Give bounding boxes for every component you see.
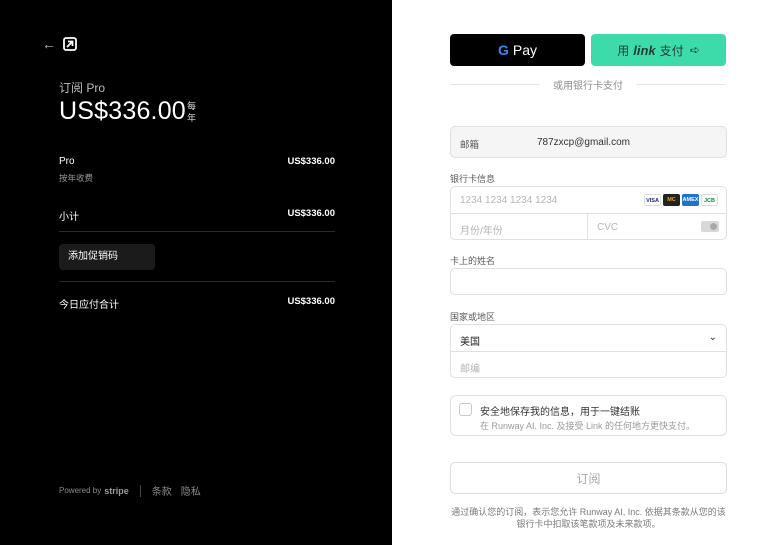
address-group: 美国 ⌄ 邮编	[450, 324, 727, 378]
save-info-subtitle: 在 Runway AI, Inc. 及接受 Link 的任何地方更快支付。	[480, 421, 696, 431]
or-divider: 或用银行卡支付	[450, 77, 726, 92]
divider	[59, 281, 335, 282]
amex-icon: AMEX	[682, 194, 699, 206]
link-pay-button[interactable]: 用 link 支付 ➪	[591, 34, 726, 66]
link-brand: link	[633, 42, 656, 58]
jcb-icon: JCB	[701, 194, 718, 206]
card-number-input[interactable]: 1234 1234 1234 1234 VISA MC AMEX JCB	[451, 187, 726, 214]
email-label: 邮箱	[460, 140, 480, 151]
divider	[59, 231, 335, 232]
expiry-input[interactable]: 月份/年份	[451, 214, 588, 240]
country-value: 美国	[460, 337, 480, 348]
country-label: 国家或地区	[450, 312, 496, 322]
subscription-terms: 通过确认您的订阅，表示您允许 Runway AI, Inc. 依据其条款从您的该…	[451, 507, 726, 529]
back-arrow-icon[interactable]: ←	[42, 37, 56, 51]
terms-link[interactable]: 条款	[152, 483, 172, 498]
google-pay-button[interactable]: G Pay	[450, 34, 585, 66]
card-info-group: 1234 1234 1234 1234 VISA MC AMEX JCB 月份/…	[450, 186, 727, 240]
order-summary-panel: ← 订阅 Pro US$336.00 每年 Pro US$336.00 按年收费…	[0, 0, 392, 545]
runway-logo	[63, 37, 77, 51]
add-promo-code-button[interactable]: 添加促销码	[59, 244, 155, 270]
line-item-billing: 按年收费	[59, 173, 94, 183]
card-info-label: 银行卡信息	[450, 174, 496, 184]
cvc-placeholder: CVC	[597, 222, 619, 233]
google-pay-label: Pay	[512, 42, 537, 58]
country-select[interactable]: 美国 ⌄	[451, 325, 726, 352]
card-number-placeholder: 1234 1234 1234 1234	[460, 195, 558, 206]
price: US$336.00	[59, 97, 186, 125]
or-card-text: 或用银行卡支付	[553, 81, 623, 92]
zip-placeholder: 邮编	[460, 364, 480, 375]
payment-panel: G Pay 用 link 支付 ➪ 或用银行卡支付 邮箱 787zxcp@gma…	[392, 0, 780, 545]
subtotal-value: US$336.00	[287, 208, 335, 219]
save-info-option[interactable]: 安全地保存我的信息，用于一键结账 在 Runway AI, Inc. 及接受 L…	[450, 395, 727, 436]
powered-by-label: Powered by	[59, 486, 102, 495]
subscribe-button[interactable]: 订阅	[450, 462, 727, 494]
link-arrow-icon: ➪	[689, 43, 700, 57]
cardholder-name-input[interactable]	[450, 268, 727, 295]
link-pay-suffix: 支付	[659, 43, 684, 58]
link-pay-prefix: 用	[617, 43, 630, 58]
save-info-title: 安全地保存我的信息，用于一键结账	[480, 407, 640, 418]
cardholder-name-label: 卡上的姓名	[450, 256, 496, 266]
card-brand-icons: VISA MC AMEX JCB	[644, 194, 718, 206]
line-item-price: US$336.00	[287, 156, 335, 167]
billing-period: 每年	[187, 101, 197, 123]
plan-label: 订阅 Pro	[59, 81, 106, 95]
visa-icon: VISA	[644, 194, 661, 206]
footer: Powered by stripe 条款 隐私	[59, 483, 210, 498]
mastercard-icon: MC	[663, 194, 680, 206]
line-item-name: Pro	[59, 156, 75, 167]
google-g-icon: G	[497, 42, 509, 58]
cvc-input[interactable]: CVC	[588, 214, 727, 240]
footer-separator	[139, 484, 141, 497]
email-field[interactable]: 邮箱 787zxcp@gmail.com	[450, 126, 727, 158]
expiry-placeholder: 月份/年份	[460, 226, 503, 237]
chevron-down-icon: ⌄	[708, 332, 717, 343]
stripe-logo[interactable]: stripe	[104, 486, 129, 496]
total-value: US$336.00	[287, 296, 335, 307]
privacy-link[interactable]: 隐私	[181, 483, 201, 498]
total-label: 今日应付合计	[59, 300, 119, 311]
cvc-card-icon	[701, 221, 719, 232]
subtotal-label: 小计	[59, 212, 79, 223]
save-info-checkbox[interactable]	[459, 403, 472, 416]
email-value: 787zxcp@gmail.com	[537, 137, 630, 148]
